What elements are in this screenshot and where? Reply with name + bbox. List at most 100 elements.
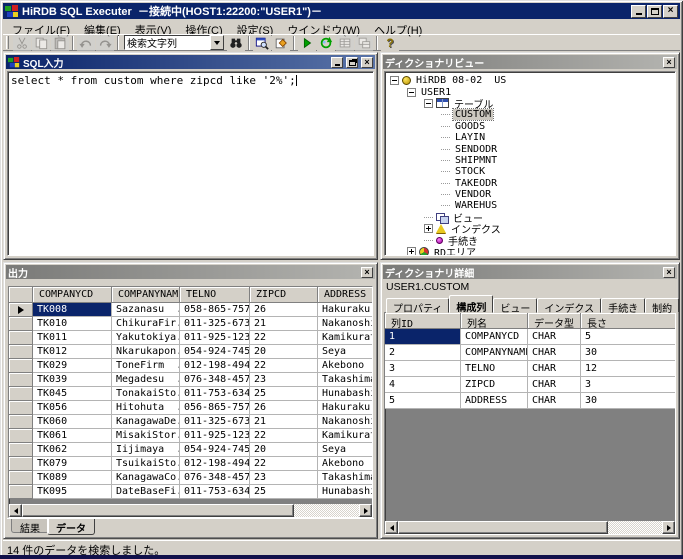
detail-tab-5[interactable]: 制約 — [645, 298, 679, 313]
cell[interactable]: 5 — [385, 393, 461, 409]
cell[interactable]: MisakiStor... — [112, 429, 180, 443]
cell[interactable]: TK010 — [33, 317, 112, 331]
cell[interactable]: TELNO — [461, 361, 528, 377]
cell[interactable]: COMPANYNAME — [461, 345, 528, 361]
tree-item-8[interactable]: STOCK — [385, 166, 675, 177]
menu-item-file[interactable]: ファイル(F) — [5, 21, 77, 34]
column-header-2[interactable]: データ型 — [528, 313, 581, 329]
dictionary-view-close-button[interactable]: × — [663, 57, 675, 68]
dictionary-view-titlebar[interactable]: ディクショナリビュー × — [383, 55, 677, 69]
close-button[interactable]: × — [663, 5, 678, 18]
cell[interactable]: 20 — [250, 443, 318, 457]
column-header-companycd[interactable]: COMPANYCD — [33, 287, 112, 303]
row-selector[interactable] — [9, 345, 33, 359]
sql-window-button[interactable] — [253, 35, 271, 51]
cell[interactable]: ZIPCD — [461, 377, 528, 393]
cell[interactable]: 2 — [385, 345, 461, 361]
cell[interactable]: 011-753-6342 — [180, 485, 250, 499]
title-bar[interactable]: HiRDB SQL Executer －接続中(HOST1:22200:"USE… — [3, 3, 680, 19]
row-selector[interactable] — [9, 387, 33, 401]
tab-data[interactable]: データ — [47, 519, 95, 535]
cell[interactable]: 012-198-4941 — [180, 359, 250, 373]
scroll-right-button[interactable] — [359, 504, 372, 517]
expand-icon[interactable] — [424, 224, 433, 233]
cell[interactable]: 23 — [250, 471, 318, 485]
minimize-button[interactable] — [631, 5, 646, 18]
cell[interactable]: 20 — [250, 345, 318, 359]
cell[interactable]: 23 — [250, 373, 318, 387]
tree-item-14[interactable]: 手続き — [385, 234, 675, 245]
cell[interactable]: CHAR — [528, 393, 581, 409]
cell[interactable]: TK029 — [33, 359, 112, 373]
detail-tab-0[interactable]: プロパティ — [386, 298, 449, 313]
cell[interactable]: 26 — [250, 303, 318, 317]
row-selector[interactable] — [9, 303, 33, 317]
help-button[interactable]: ? — [381, 35, 399, 51]
cell[interactable]: Seya — [318, 345, 372, 359]
sql-editor[interactable]: select * from custom where zipcd like '2… — [7, 71, 374, 256]
detail-tab-3[interactable]: インデクス — [537, 298, 601, 313]
cell[interactable]: 21 — [250, 317, 318, 331]
cell[interactable]: Sazanasu ... — [112, 303, 180, 317]
cell[interactable]: TK095 — [33, 485, 112, 499]
cell[interactable]: Hunabashi — [318, 485, 372, 499]
maximize-button[interactable] — [647, 5, 662, 18]
cell[interactable]: 30 — [581, 345, 675, 361]
tree-item-7[interactable]: SHIPMNT — [385, 155, 675, 166]
result-window-button[interactable] — [272, 35, 290, 51]
cell[interactable]: Kamikurata — [318, 429, 372, 443]
cell[interactable]: Iijimaya ... — [112, 443, 180, 457]
cell[interactable]: 3 — [385, 361, 461, 377]
cell[interactable]: DateBaseFi... — [112, 485, 180, 499]
tab-result[interactable]: 結果 — [11, 519, 49, 533]
cell[interactable]: 056-865-7570 — [180, 401, 250, 415]
output-titlebar[interactable]: 出力 × — [6, 265, 375, 279]
cell[interactable]: Megadesu ... — [112, 373, 180, 387]
cell[interactable]: 076-348-4572 — [180, 373, 250, 387]
cell[interactable]: CHAR — [528, 361, 581, 377]
cell[interactable]: TK045 — [33, 387, 112, 401]
tree-item-6[interactable]: SENDODR — [385, 143, 675, 154]
cell[interactable]: ToneFirm ... — [112, 359, 180, 373]
tree-item-9[interactable]: TAKEODR — [385, 178, 675, 189]
cell[interactable]: 26 — [250, 401, 318, 415]
execute-button[interactable] — [298, 35, 316, 51]
cell[interactable]: TK056 — [33, 401, 112, 415]
find-button[interactable] — [227, 35, 245, 51]
detail-tab-1[interactable]: 構成列 — [449, 295, 493, 313]
tree-item-0[interactable]: HiRDB 08-02 US — [385, 75, 675, 86]
cell[interactable]: Takashima — [318, 471, 372, 485]
cell[interactable]: TK079 — [33, 457, 112, 471]
menu-item-view[interactable]: 表示(V) — [128, 21, 179, 34]
cell[interactable]: 22 — [250, 457, 318, 471]
cell[interactable]: TsuikaiSto... — [112, 457, 180, 471]
column-header-companyname[interactable]: COMPANYNAME — [112, 287, 180, 303]
cell[interactable]: Nakanoshima — [318, 415, 372, 429]
search-input[interactable] — [124, 35, 210, 50]
tree-item-15[interactable]: RDエリア — [385, 246, 675, 256]
cell[interactable]: 054-924-7456 — [180, 345, 250, 359]
row-selector[interactable] — [9, 443, 33, 457]
cell[interactable]: CHAR — [528, 345, 581, 361]
cell[interactable]: Yakutokiya... — [112, 331, 180, 345]
collapse-icon[interactable] — [424, 99, 433, 108]
cell[interactable]: 30 — [581, 393, 675, 409]
row-selector[interactable] — [9, 401, 33, 415]
sql-restore-button[interactable] — [346, 57, 358, 68]
detail-tab-4[interactable]: 手続き — [601, 298, 645, 313]
sql-close-button[interactable]: × — [361, 57, 373, 68]
cell[interactable]: 076-348-4572 — [180, 471, 250, 485]
scroll-track[interactable] — [608, 521, 662, 534]
row-selector[interactable] — [9, 359, 33, 373]
cell[interactable]: 012-198-4941 — [180, 457, 250, 471]
dictionary-detail-titlebar[interactable]: ディクショナリ詳細 × — [383, 265, 677, 279]
cell[interactable]: Nakanoshima — [318, 317, 372, 331]
row-selector[interactable] — [9, 415, 33, 429]
row-selector[interactable] — [9, 429, 33, 443]
cell[interactable]: 011-325-6734 — [180, 317, 250, 331]
expand-icon[interactable] — [407, 247, 416, 256]
cell[interactable]: 4 — [385, 377, 461, 393]
row-selector[interactable] — [9, 471, 33, 485]
cell[interactable]: 011-325-6734 — [180, 415, 250, 429]
column-header-zipcd[interactable]: ZIPCD — [250, 287, 318, 303]
